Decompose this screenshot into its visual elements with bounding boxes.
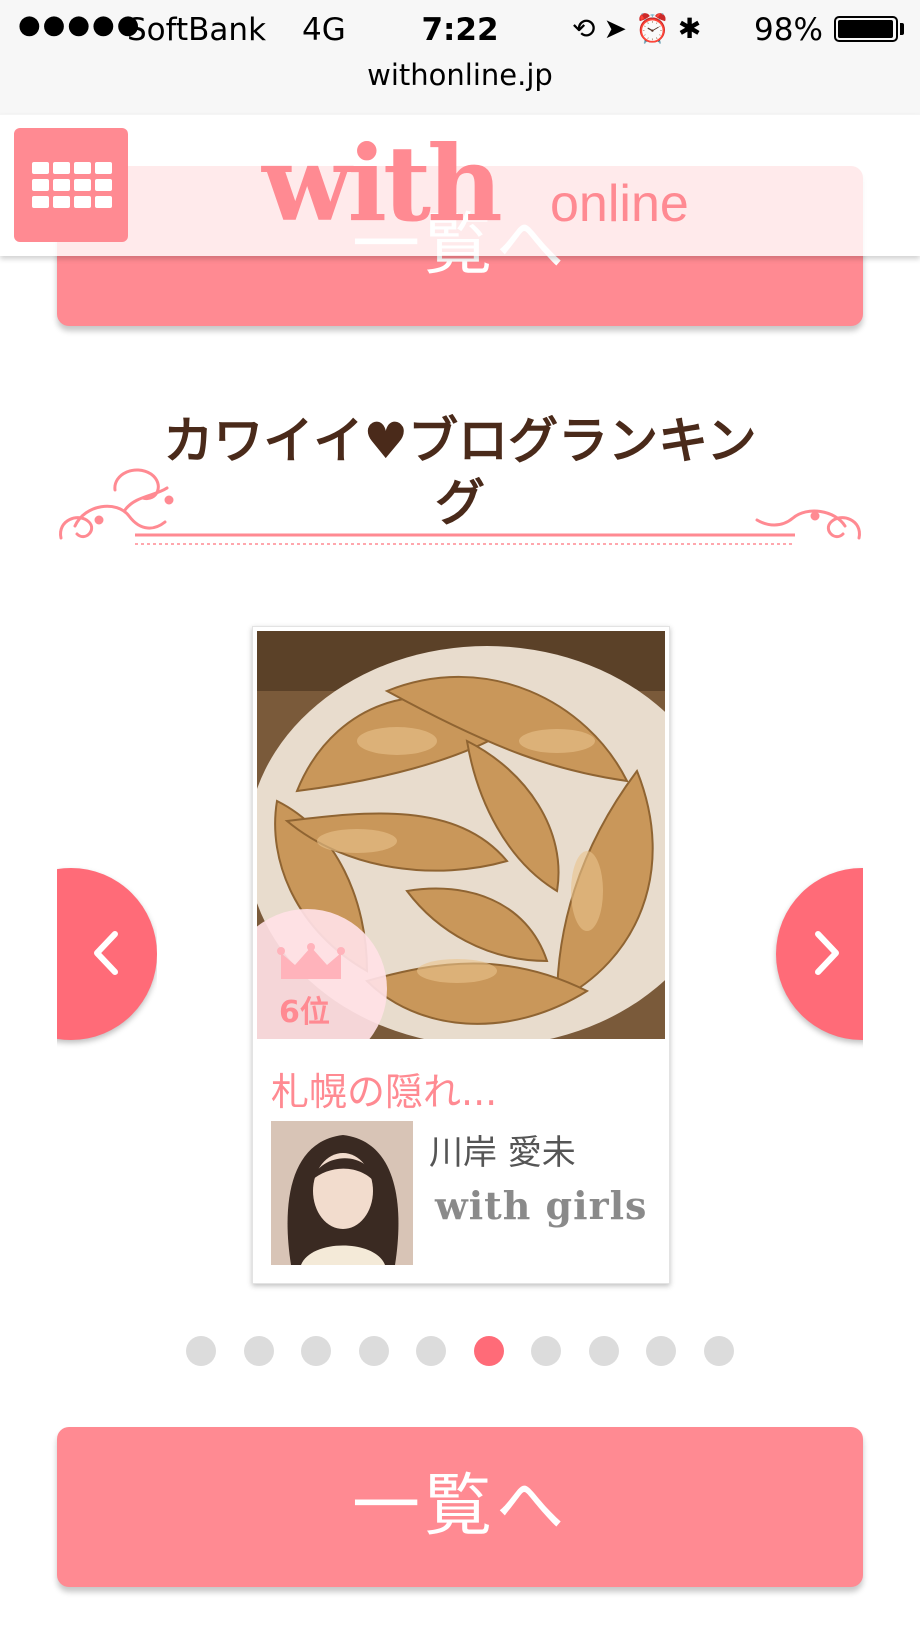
grid-cell [53,179,70,191]
author-avatar [271,1121,413,1265]
list-button[interactable]: 一覧へ [57,1427,863,1587]
grid-cell [95,162,112,174]
bluetooth-icon: ✱ [677,12,710,45]
grid-cell [95,196,112,208]
grid-cell [74,179,91,191]
chevron-right-icon [815,931,839,975]
blog-ranking-card[interactable]: 6位 札幌の隠れ... 川岸 愛未 with girls [252,626,670,1284]
grid-cell [53,162,70,174]
heading-ornament-icon [59,468,861,545]
battery-tip [900,23,904,35]
rank-label: 6位 [279,995,330,1030]
grid-menu-icon [32,162,112,210]
pagination-dot[interactable] [243,1336,274,1366]
grid-cell [32,179,49,191]
crown-icon [277,943,345,979]
grid-cell [32,196,49,208]
alarm-icon: ⏰ [634,12,678,45]
rotation-lock-icon: ⟲ [572,12,604,45]
pagination-dot[interactable] [186,1336,216,1366]
battery-fill [838,20,893,38]
grid-cell [74,196,91,208]
card-photo[interactable]: 6位 [257,631,665,1039]
pagination-dot[interactable] [531,1336,561,1366]
pagination-dot[interactable] [703,1336,734,1366]
carousel-pagination [186,1336,746,1368]
site-logo[interactable]: with [262,124,503,244]
pagination-dot-active[interactable] [473,1336,504,1366]
site-logo-sub: online [550,175,689,233]
brand-logo: with girls [435,1183,648,1228]
avatar-photo-icon [271,1121,413,1265]
pagination-dot[interactable] [301,1336,331,1366]
battery-icon [834,16,898,42]
battery-percent: 98% [754,12,823,48]
url-bar[interactable]: withonline.jp [0,58,920,92]
card-title[interactable]: 札幌の隠れ... [271,1061,497,1116]
location-arrow-icon: ➤ [603,12,635,45]
status-icons: ⟲➤⏰✱ [572,12,709,45]
pagination-dot[interactable] [588,1336,619,1366]
list-button-label: 一覧へ [351,1467,568,1546]
ios-status-bar: ●●●●● SoftBank 4G 7:22 ⟲➤⏰✱ 98% withonli… [0,0,920,115]
next-button[interactable] [776,868,863,1040]
next-arrow-wrap [763,860,863,1050]
pagination-dot[interactable] [358,1336,389,1366]
grid-cell [53,196,70,208]
chevron-left-icon [94,931,118,975]
prev-arrow-wrap [57,860,157,1050]
author-name: 川岸 愛未 [429,1133,576,1173]
grid-cell [32,162,49,174]
site-header: with online [0,114,920,256]
menu-button[interactable] [14,128,128,242]
prev-button[interactable] [57,868,157,1040]
pagination-dot[interactable] [646,1336,676,1366]
pagination-dot[interactable] [416,1336,446,1366]
grid-cell [74,162,91,174]
grid-cell [95,179,112,191]
